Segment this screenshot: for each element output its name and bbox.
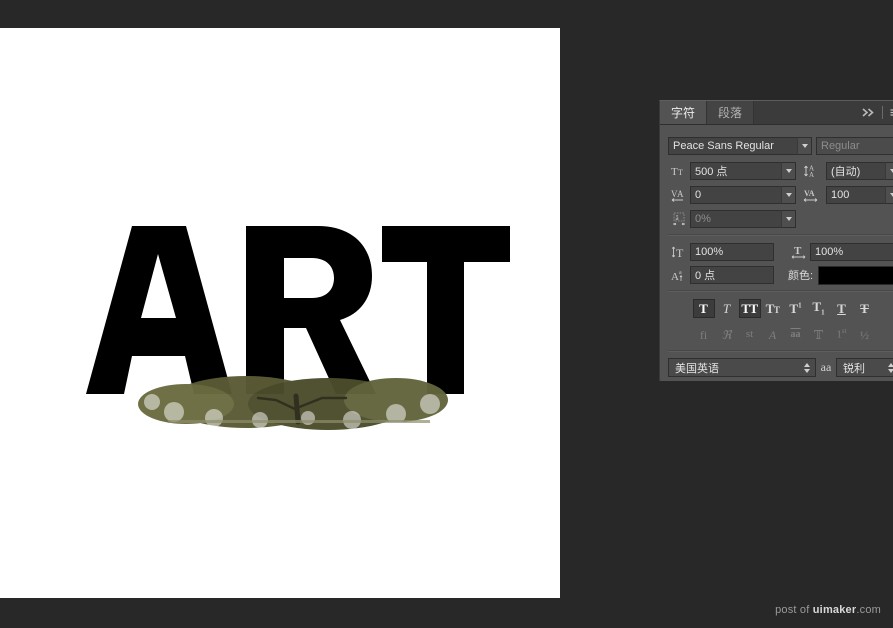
antialias-stepper-arrows[interactable] [885, 362, 893, 373]
watermark-brand: uimaker [812, 604, 857, 616]
discretionary-ligatures-button[interactable]: st [739, 325, 761, 344]
proportional-value[interactable]: 0% [690, 210, 781, 228]
tracking-value[interactable]: 100 [826, 186, 885, 204]
svg-text:A: A [677, 189, 684, 199]
kerning-icon: V A [668, 186, 690, 204]
tracking-icon: VA [800, 186, 822, 204]
font-size-icon: T T [668, 162, 690, 180]
panel-divider-3 [668, 350, 893, 352]
vertical-scale-icon: T [668, 243, 690, 261]
vertical-scale-group: T 100% [668, 243, 774, 261]
anti-alias-icon: aa [820, 360, 832, 374]
language-stepper-arrows[interactable] [801, 362, 812, 373]
kerning-dropdown-arrow[interactable] [781, 186, 796, 204]
baseline-color-row: A a 0 点 颜色: [668, 265, 893, 285]
proportional-dropdown-arrow[interactable] [781, 210, 796, 228]
font-family-value[interactable]: Peace Sans Regular [668, 137, 797, 155]
font-row: Peace Sans Regular Regular [668, 136, 893, 156]
character-panel[interactable]: 字符 段落 Peace Sans Regular Regular T T 500… [659, 100, 893, 381]
ordinals-button[interactable]: 1st [831, 325, 853, 344]
color-label: 颜色: [788, 270, 814, 282]
swash-button[interactable]: A [762, 325, 784, 344]
tab-paragraph[interactable]: 段落 [707, 101, 755, 124]
art-text-artwork[interactable] [46, 206, 526, 436]
tracking-combo[interactable]: 100 [826, 186, 893, 204]
leading-combo[interactable]: (自动) [826, 162, 893, 180]
svg-text:T: T [794, 245, 802, 257]
tabbar-divider [882, 106, 883, 119]
small-caps-button[interactable]: TT [762, 299, 784, 318]
font-size-value[interactable]: 500 点 [690, 162, 781, 180]
contextual-alternates-button[interactable]: ℜ [716, 325, 738, 344]
scale-row: T 100% T 100% [668, 242, 893, 262]
font-style-value[interactable]: Regular [816, 137, 893, 155]
size-leading-row: T T 500 点 A A (自动) [668, 161, 893, 181]
watermark: post of uimaker.com [775, 604, 881, 616]
horizontal-scale-icon: T [788, 243, 810, 261]
horizontal-scale-value[interactable]: 100% [810, 243, 893, 261]
horizontal-scale-group: T 100% [788, 243, 893, 261]
text-color-swatch[interactable] [818, 265, 893, 285]
language-value: 美国英语 [675, 362, 719, 375]
baseline-shift-value[interactable]: 0 点 [690, 266, 774, 284]
underline-button[interactable]: T [831, 299, 853, 318]
vertical-scale-value[interactable]: 100% [690, 243, 774, 261]
standard-ligatures-button[interactable]: fi [693, 325, 715, 344]
leading-value[interactable]: (自动) [826, 162, 885, 180]
titling-alternates-button[interactable]: 𝕋 [808, 325, 830, 344]
panel-divider-1 [668, 234, 893, 236]
language-select[interactable]: 美国英语 [668, 358, 816, 377]
tab-character[interactable]: 字符 [660, 101, 708, 124]
svg-text:A: A [671, 271, 679, 282]
font-style-combo[interactable]: Regular [816, 137, 893, 155]
kerning-tracking-row: V A 0 VA 100 [668, 185, 893, 205]
watermark-prefix: post of [775, 604, 813, 616]
baseline-shift-group: A a 0 点 [668, 266, 774, 284]
leading-dropdown-arrow[interactable] [885, 162, 893, 180]
kerning-value[interactable]: 0 [690, 186, 781, 204]
svg-text:A: A [809, 171, 814, 178]
font-family-dropdown-arrow[interactable] [797, 137, 812, 155]
panel-tabbar: 字符 段落 [660, 101, 893, 125]
watermark-suffix: .com [856, 604, 881, 616]
svg-text:VA: VA [804, 189, 815, 198]
baseline-shift-icon: A a [668, 266, 690, 284]
proportional-row: â 0% [668, 209, 893, 229]
font-family-combo[interactable]: Peace Sans Regular [668, 137, 812, 155]
panel-menu-icon[interactable] [886, 101, 893, 124]
opentype-row: fi ℜ st A aa 𝕋 1st ½ [668, 324, 893, 345]
antialias-value: 锐利 [843, 362, 865, 375]
subscript-button[interactable]: T1 [808, 299, 830, 318]
tabbar-spacer [754, 101, 857, 124]
text-proportional-icon: â [668, 210, 690, 228]
stylistic-alternates-button[interactable]: aa [785, 325, 807, 344]
svg-text:T: T [676, 246, 684, 259]
strikethrough-button[interactable]: T [854, 299, 876, 318]
document-canvas[interactable] [0, 28, 560, 598]
tracking-dropdown-arrow[interactable] [885, 186, 893, 204]
kerning-combo[interactable]: 0 [690, 186, 796, 204]
svg-text:a: a [679, 270, 682, 276]
svg-text:T: T [671, 166, 678, 178]
text-color-group: 颜色: [788, 265, 893, 285]
faux-bold-button[interactable]: T [692, 299, 715, 318]
double-chevron-right-icon[interactable] [857, 101, 879, 124]
font-size-combo[interactable]: 500 点 [690, 162, 796, 180]
antialias-select[interactable]: 锐利 [836, 358, 893, 377]
panel-body: Peace Sans Regular Regular T T 500 点 A A… [660, 125, 893, 377]
font-size-dropdown-arrow[interactable] [781, 162, 796, 180]
proportional-combo[interactable]: 0% [690, 210, 796, 228]
faux-style-row: T T TT TT T1 T1 T T [668, 298, 893, 319]
panel-divider-2 [668, 290, 893, 292]
leading-icon: A A [800, 162, 822, 180]
language-antialias-row: 美国英语 aa 锐利 [668, 358, 893, 377]
svg-text:T: T [678, 168, 683, 177]
fractions-button[interactable]: ½ [854, 325, 876, 344]
faux-italic-button[interactable]: T [716, 299, 738, 318]
all-caps-button[interactable]: TT [738, 299, 761, 318]
superscript-button[interactable]: T1 [785, 299, 807, 318]
